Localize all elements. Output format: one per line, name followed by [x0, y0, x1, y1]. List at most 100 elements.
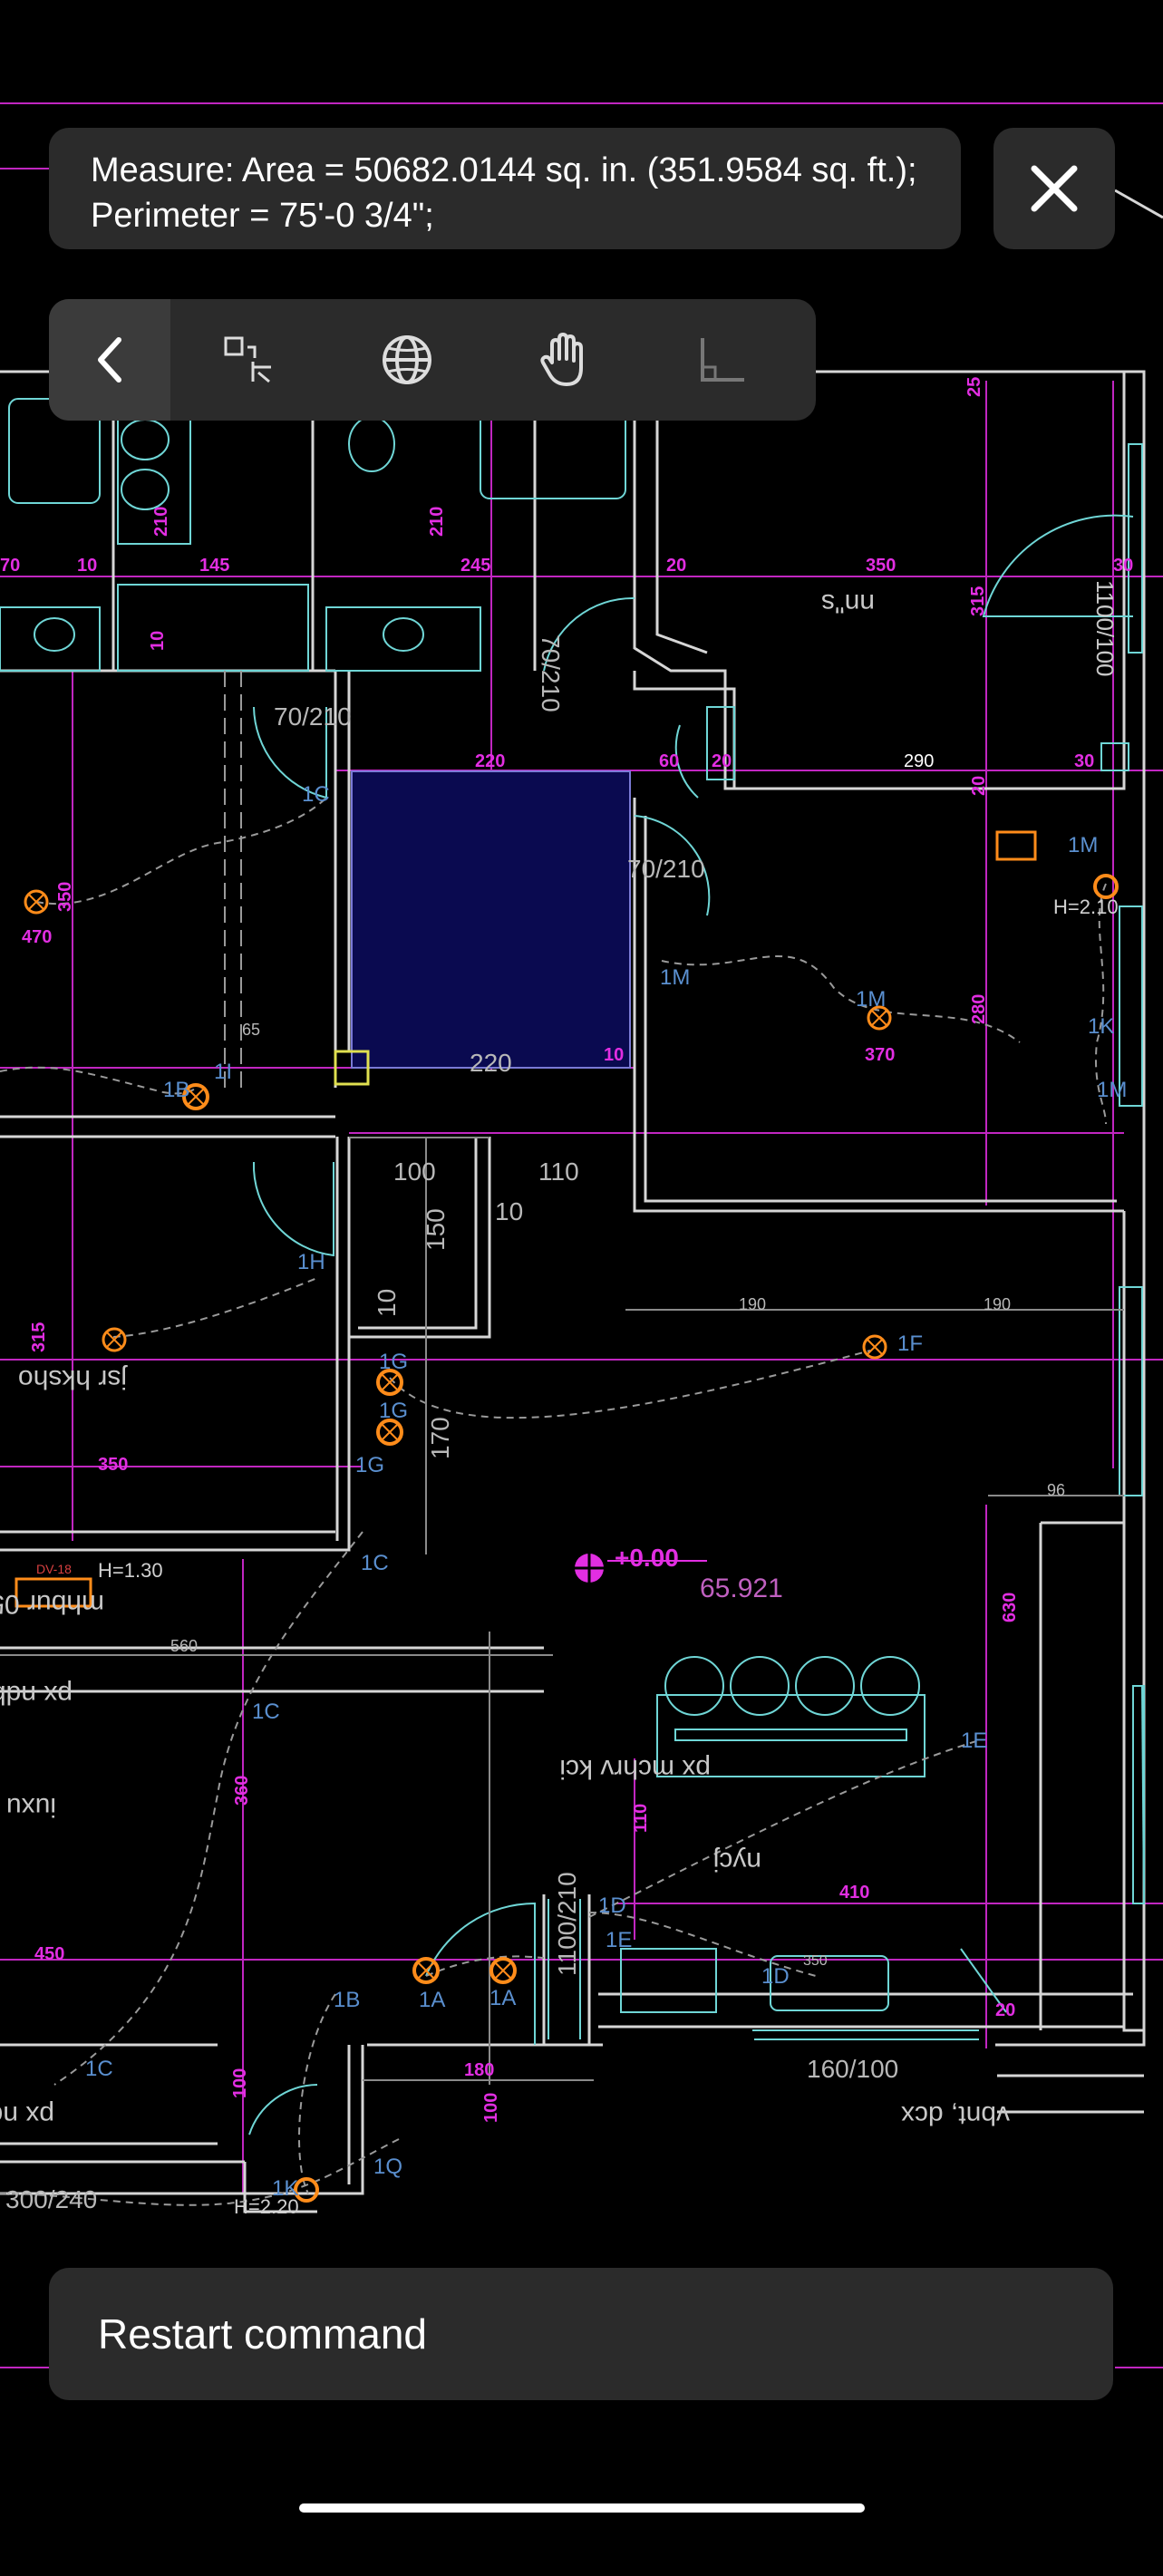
- circuit-tag: 1A: [419, 1988, 445, 2012]
- dimension-text: 170: [426, 1417, 454, 1459]
- dimension-text: 630: [1000, 1593, 1020, 1622]
- door-size-label: 70/210: [537, 634, 565, 712]
- ortho-tool-button[interactable]: [644, 299, 801, 421]
- circuit-tag: 1H: [297, 1250, 325, 1274]
- circuit-tag: 1G: [355, 1453, 384, 1477]
- room-name: nycj: [713, 1846, 761, 1876]
- elevation-value: 65.921: [700, 1574, 783, 1603]
- room-name: px mchrv kci: [559, 1754, 711, 1784]
- snap-icon: [224, 336, 271, 383]
- dimension-text: 25: [964, 377, 984, 397]
- window-size-label: 160/100: [807, 2055, 898, 2083]
- circuit-tag: 1G: [379, 1399, 408, 1423]
- panel-label: DV-18: [36, 1562, 72, 1576]
- dimension-text: 190: [739, 1295, 766, 1313]
- dimension-text: 65: [242, 1021, 260, 1039]
- room-name: mhbur 05: [0, 1589, 104, 1619]
- circuit-tag: 1D: [598, 1893, 626, 1918]
- circuit-tag: 1M: [1068, 833, 1098, 857]
- window-size-label: 1100/100: [1091, 580, 1119, 677]
- dimension-text: 280: [969, 994, 989, 1024]
- room-name: vbnt, dcx: [901, 2100, 1010, 2130]
- circuit-tag: 1E: [961, 1729, 987, 1753]
- dimension-text: 190: [984, 1295, 1011, 1313]
- dimension-text: 180: [464, 2060, 494, 2080]
- back-icon: [98, 337, 121, 383]
- dimension-text: 60: [659, 751, 679, 771]
- home-indicator[interactable]: [299, 2503, 865, 2513]
- dimension-text: 20: [666, 556, 686, 576]
- dimension-text: 20: [995, 2000, 1015, 2020]
- circuit-tag: 1C: [85, 2057, 113, 2081]
- circuit-tag: 1C: [361, 1551, 389, 1575]
- dimension-text: 360: [232, 1776, 252, 1806]
- dimension-text: 30: [1074, 751, 1094, 771]
- dimension-text: 100: [393, 1157, 436, 1186]
- dimension-text: 10: [373, 1289, 401, 1317]
- dimension-text: 290: [904, 751, 934, 771]
- door-size-label: 70/210: [627, 855, 705, 883]
- measure-toolbar: [49, 299, 816, 421]
- dimension-text: 450: [34, 1944, 64, 1964]
- measure-result-panel: Measure: Area = 50682.0144 sq. in. (351.…: [49, 128, 961, 249]
- circuit-tag: 1C: [302, 782, 330, 807]
- height-label: H=2.20: [234, 2195, 299, 2218]
- dimension-text: 100: [481, 2093, 501, 2123]
- dimension-text: 210: [151, 507, 171, 537]
- dimension-text: 410: [839, 1883, 869, 1903]
- dimension-text: 210: [427, 507, 447, 537]
- dimension-text: 30: [1113, 556, 1133, 576]
- dimension-text: 315: [968, 586, 988, 616]
- dimension-text: 20: [712, 751, 732, 771]
- circuit-tag: 1B: [334, 1988, 360, 2012]
- selected-area-highlight: [351, 770, 631, 1069]
- room-name: px ndby kci: [0, 1680, 73, 1709]
- dimension-text: 20: [969, 776, 989, 796]
- close-icon: [1031, 165, 1078, 212]
- dimension-text: 10: [148, 631, 168, 651]
- dimension-text: 370: [865, 1045, 895, 1065]
- level-label: +0.00: [615, 1544, 679, 1572]
- dimension-text: 220: [475, 751, 505, 771]
- dimension-text: 220: [470, 1049, 512, 1077]
- height-label: H=1.30: [98, 1559, 163, 1582]
- circuit-tag: 1E: [606, 1928, 632, 1952]
- dimension-text: 110: [631, 1804, 651, 1833]
- snap-tool-button[interactable]: [170, 299, 328, 421]
- dimension-text: 245: [460, 556, 490, 576]
- pan-tool-button[interactable]: [486, 299, 644, 421]
- dimension-text: 470: [22, 927, 52, 947]
- circuit-tag: 1A: [489, 1986, 516, 2010]
- room-name: jsr hksho: [18, 1364, 128, 1394]
- dimension-text: 145: [199, 556, 229, 576]
- restart-command-button[interactable]: Restart command: [49, 2268, 1113, 2400]
- circuit-tag: 1K: [1088, 1014, 1114, 1039]
- circuit-tag: 1M: [660, 965, 690, 990]
- circuit-tag: 1G: [379, 1350, 408, 1374]
- circuit-tag: 1M: [1097, 1078, 1127, 1102]
- measure-result-text: Measure: Area = 50682.0144 sq. in. (351.…: [91, 151, 917, 235]
- dimension-text: 315: [29, 1322, 49, 1352]
- door-size-label: 70/210: [274, 702, 352, 731]
- dimension-text: 96: [1047, 1481, 1065, 1499]
- dimension-text: 150: [422, 1208, 450, 1251]
- back-button[interactable]: [49, 299, 170, 421]
- dimension-text: 350: [98, 1455, 128, 1475]
- dimension-text: 560: [170, 1637, 198, 1655]
- circuit-tag: 1B: [163, 1078, 189, 1102]
- dimension-text: 10: [495, 1197, 523, 1225]
- globe-tool-button[interactable]: [328, 299, 486, 421]
- circuit-tag: 1D: [761, 1964, 790, 1989]
- room-name: nn"s: [821, 588, 875, 618]
- dimension-text: 350: [55, 882, 75, 912]
- close-button[interactable]: [993, 128, 1115, 249]
- globe-icon: [383, 335, 431, 384]
- height-label: H=2.10: [1053, 896, 1119, 918]
- dimension-text: 350: [866, 556, 896, 576]
- dimension-text: 110: [538, 1157, 579, 1186]
- dimension-text: 70: [0, 556, 20, 576]
- door-size-label: 300/240: [5, 2185, 97, 2213]
- dimension-text: 350: [803, 1953, 828, 1969]
- circuit-tag: 1Q: [373, 2155, 402, 2179]
- restart-command-label: Restart command: [98, 2310, 428, 2358]
